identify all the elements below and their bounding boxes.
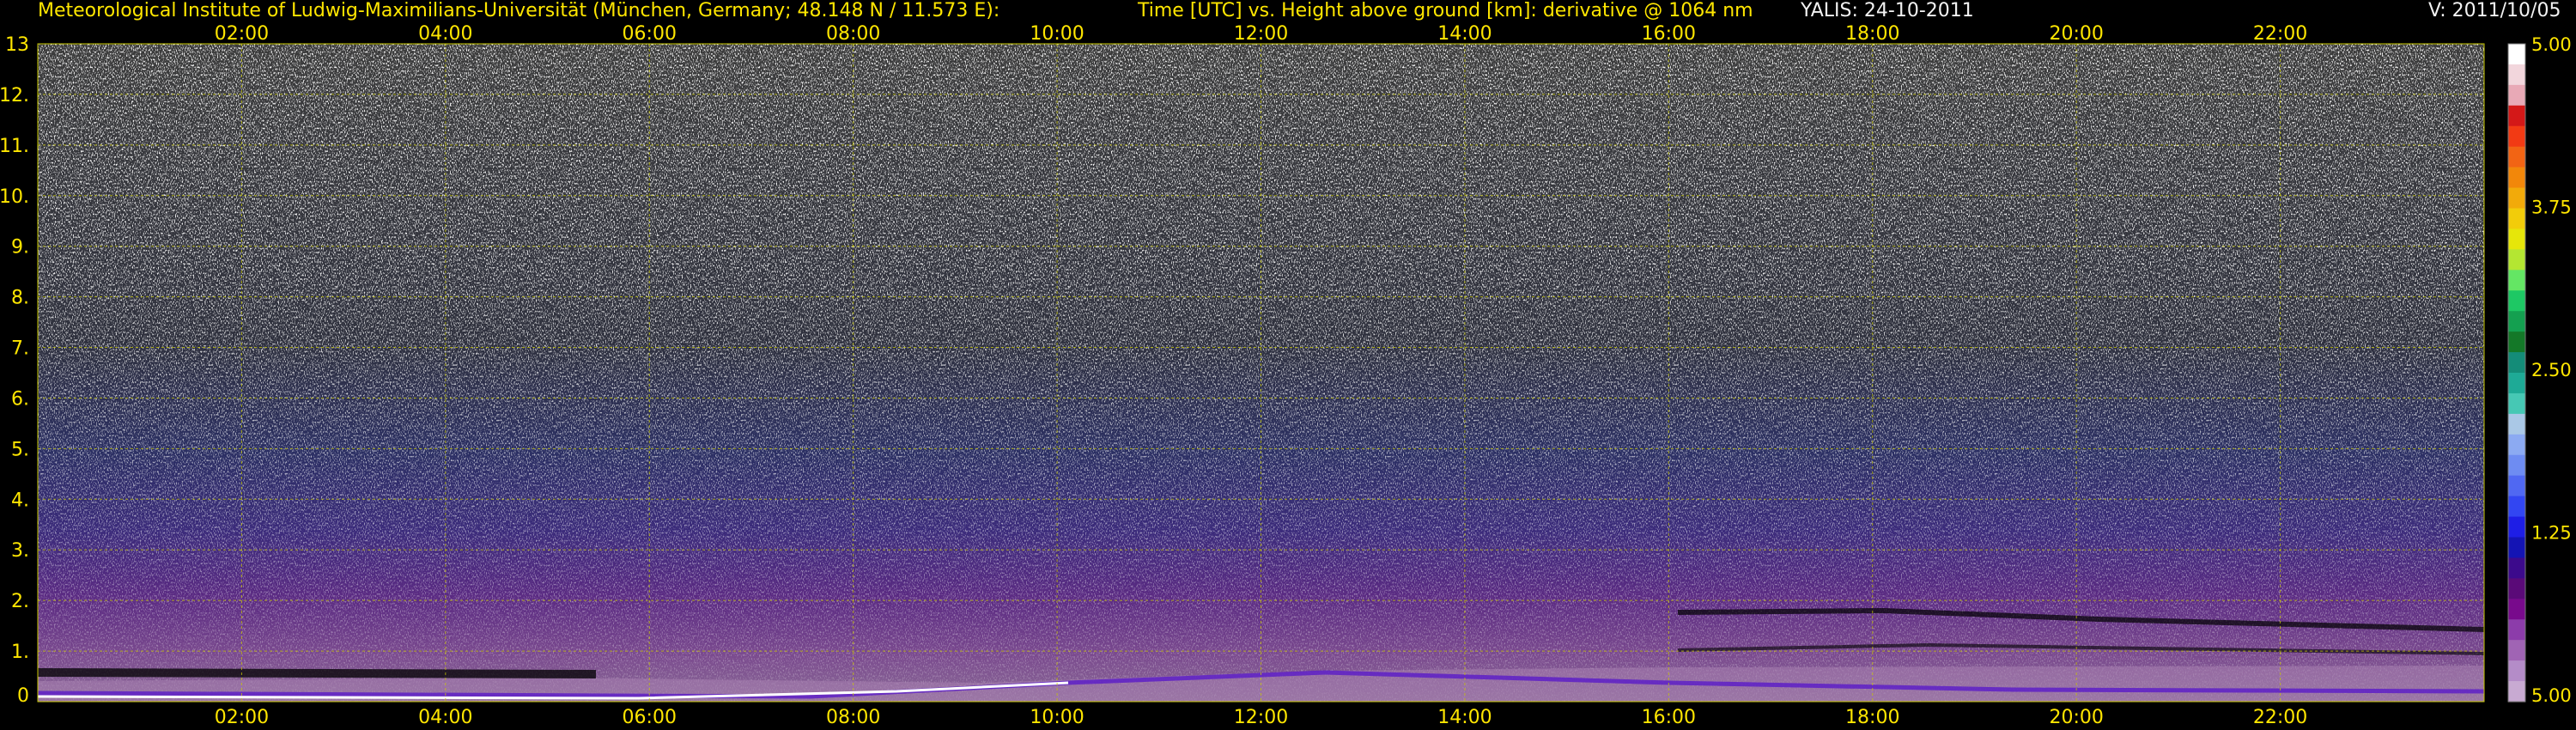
x-tick-label-bottom: 04:00 bbox=[418, 707, 472, 728]
plot-area: 02:00 02:00 04:00 04:00 06:00 06:00 08:00 08:00… bbox=[0, 23, 2485, 728]
colorbar-swatch bbox=[2508, 516, 2525, 538]
colorbar-swatch bbox=[2508, 290, 2525, 312]
colorbar-swatch bbox=[2508, 44, 2525, 65]
x-tick-label-top: 20:00 bbox=[2049, 23, 2103, 45]
colorbar-swatch bbox=[2508, 660, 2525, 682]
y-tick-label: 6. bbox=[11, 388, 29, 410]
colorbar-swatch bbox=[2508, 187, 2525, 210]
colorbar-swatch bbox=[2508, 249, 2525, 271]
y-tick-label: 10. bbox=[0, 186, 29, 208]
x-tick-label-bottom: 20:00 bbox=[2049, 707, 2103, 728]
colorbar-swatch bbox=[2508, 537, 2525, 559]
y-tick-label: 11. bbox=[0, 136, 29, 157]
colorbar-tick-label: 3.75 bbox=[2531, 198, 2572, 218]
x-tick-label-bottom: 06:00 bbox=[623, 707, 677, 728]
colorbar-tick-label: 1.25 bbox=[2531, 523, 2572, 544]
x-tick-label-top: 04:00 bbox=[418, 23, 472, 45]
y-tick-label: 13 bbox=[5, 34, 29, 56]
colorbar-swatch bbox=[2508, 105, 2525, 127]
x-tick-label-bottom: 02:00 bbox=[215, 707, 269, 728]
colorbar: 5.00 3.75 2.50 1.25 5.00 bbox=[2507, 34, 2572, 706]
colorbar-swatch bbox=[2508, 681, 2525, 703]
y-tick-label: 3. bbox=[11, 540, 29, 562]
y-tick-label: 12. bbox=[0, 85, 29, 106]
colorbar-swatch bbox=[2508, 373, 2525, 394]
colorbar-swatch bbox=[2508, 332, 2525, 353]
x-tick-label-top: 22:00 bbox=[2253, 23, 2307, 45]
y-tick-label: 5. bbox=[11, 439, 29, 460]
x-tick-label-bottom: 14:00 bbox=[1437, 707, 1492, 728]
colorbar-swatch bbox=[2508, 311, 2525, 332]
y-tick-label: 1. bbox=[11, 642, 29, 663]
x-tick-label-bottom: 10:00 bbox=[1030, 707, 1084, 728]
colorbar-swatch bbox=[2508, 270, 2525, 291]
x-tick-label-top: 16:00 bbox=[1642, 23, 1696, 45]
colorbar-swatch bbox=[2508, 475, 2525, 497]
colorbar-swatch bbox=[2508, 146, 2525, 168]
colorbar-swatch bbox=[2508, 413, 2525, 435]
colorbar-swatch bbox=[2508, 84, 2525, 106]
colorbar-swatch bbox=[2508, 125, 2525, 148]
colorbar-swatch bbox=[2508, 167, 2525, 189]
colorbar-swatch bbox=[2508, 557, 2525, 579]
y-tick-label: 8. bbox=[11, 288, 29, 309]
y-tick-label: 0 bbox=[17, 685, 29, 707]
x-tick-label-top: 10:00 bbox=[1030, 23, 1084, 45]
x-tick-label-top: 06:00 bbox=[623, 23, 677, 45]
colorbar-swatch bbox=[2508, 228, 2525, 250]
y-tick-label: 7. bbox=[11, 338, 29, 360]
colorbar-swatch bbox=[2508, 434, 2525, 456]
colorbar-swatch bbox=[2508, 392, 2525, 415]
x-tick-label-top: 08:00 bbox=[826, 23, 880, 45]
x-tick-label-bottom: 16:00 bbox=[1642, 707, 1696, 728]
y-tick-label: 2. bbox=[11, 591, 29, 612]
colorbar-tick-label: 5.00 bbox=[2531, 685, 2572, 706]
colorbar-swatch bbox=[2508, 599, 2525, 620]
colorbar-swatch bbox=[2508, 208, 2525, 230]
x-tick-label-bottom: 08:00 bbox=[826, 707, 880, 728]
colorbar-tick-label: 5.00 bbox=[2531, 34, 2572, 55]
x-tick-label-bottom: 18:00 bbox=[1845, 707, 1899, 728]
colorbar-swatch bbox=[2508, 454, 2525, 477]
x-tick-label-top: 02:00 bbox=[215, 23, 269, 45]
x-tick-label-top: 18:00 bbox=[1845, 23, 1899, 45]
colorbar-swatch bbox=[2508, 64, 2525, 86]
colorbar-swatch bbox=[2508, 640, 2525, 661]
colorbar-swatch bbox=[2508, 578, 2525, 599]
colorbar-swatch bbox=[2508, 352, 2525, 374]
y-tick-label: 4. bbox=[11, 490, 29, 511]
colorbar-swatch bbox=[2508, 496, 2525, 518]
colorbar-tick-label: 2.50 bbox=[2531, 360, 2572, 380]
x-tick-label-bottom: 12:00 bbox=[1234, 707, 1288, 728]
x-tick-label-bottom: 22:00 bbox=[2253, 707, 2307, 728]
x-tick-label-top: 12:00 bbox=[1234, 23, 1288, 45]
x-tick-label-top: 14:00 bbox=[1437, 23, 1492, 45]
colorbar-swatch bbox=[2508, 619, 2525, 641]
lidar-heatmap-chart: 02:00 02:00 04:00 04:00 06:00 06:00 08:00 08:00… bbox=[0, 23, 2572, 728]
nocturnal-layer-band bbox=[37, 668, 597, 678]
y-tick-label: 9. bbox=[11, 237, 29, 259]
